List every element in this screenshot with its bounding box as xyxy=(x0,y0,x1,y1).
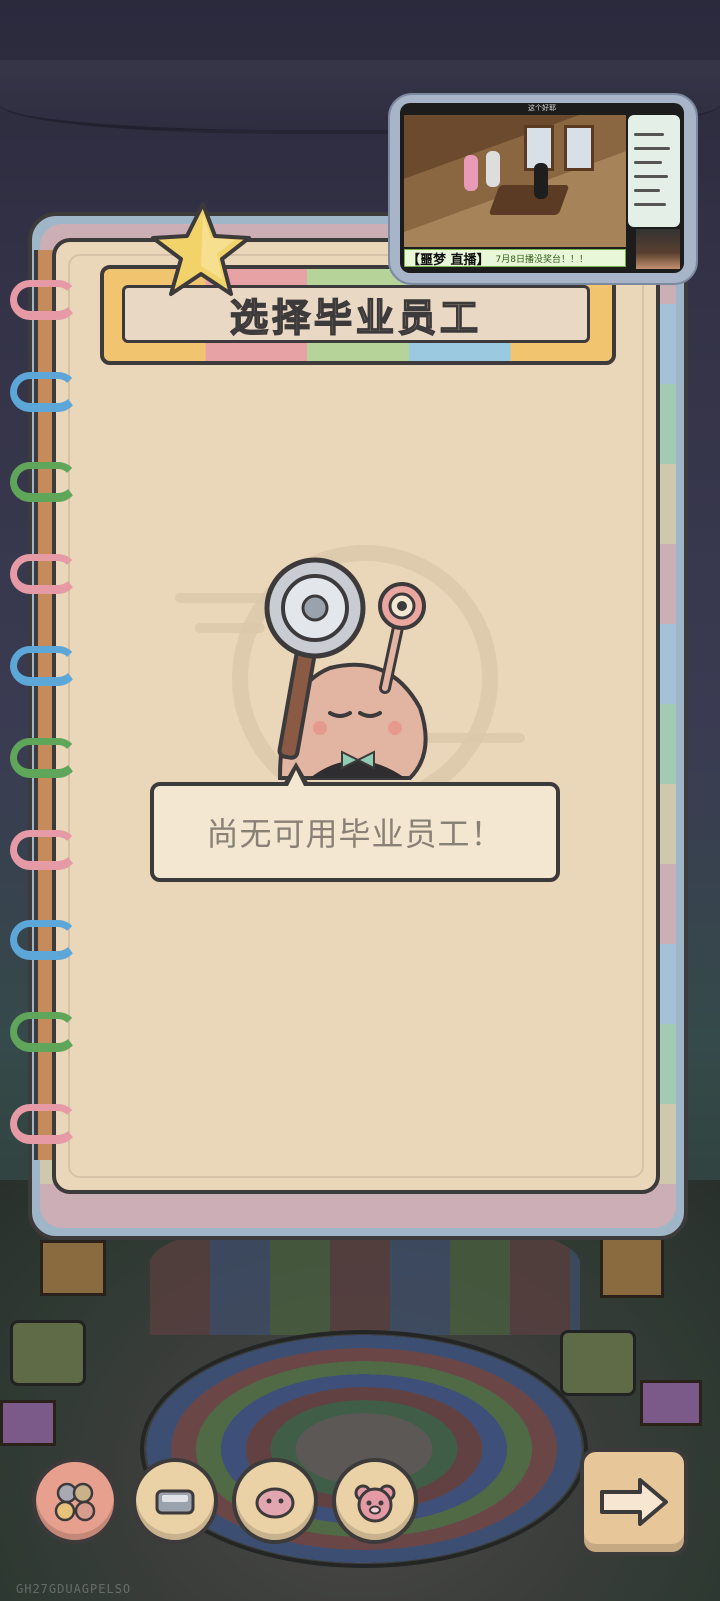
bush-decoration xyxy=(10,1320,86,1386)
video-chat-panel xyxy=(628,115,680,227)
chat-line xyxy=(634,161,662,164)
tab-animal-group[interactable] xyxy=(32,1458,118,1544)
crate-decoration xyxy=(40,1240,106,1296)
speech-tail-inner xyxy=(287,770,305,788)
scene-person xyxy=(486,151,500,187)
binder-ring xyxy=(10,920,78,960)
chat-line xyxy=(634,147,670,150)
caption-sub: 7月8日播没奖台！！！ xyxy=(495,254,588,265)
animal-group-icon xyxy=(54,1482,96,1522)
caption-main: 【噩梦 直播】 xyxy=(407,252,490,268)
pink-blob-icon xyxy=(255,1487,295,1519)
bear-icon xyxy=(354,1484,396,1523)
user-id: GH27GDUAGPELSO xyxy=(16,1582,132,1596)
binder-ring xyxy=(10,554,78,594)
right-arrow-icon xyxy=(600,1478,668,1526)
video-scene xyxy=(404,115,626,247)
page-title: 选择毕业员工 xyxy=(229,295,482,341)
chat-line xyxy=(634,133,664,136)
crate-decoration xyxy=(640,1380,702,1426)
chat-line xyxy=(634,189,660,192)
binder-ring xyxy=(10,462,78,502)
video-top-label: 这个好耶 xyxy=(528,104,556,112)
scene-table xyxy=(488,185,570,215)
binder-ring xyxy=(10,280,78,320)
empty-state-message: 尚无可用毕业员工！ xyxy=(206,815,504,853)
scene-window xyxy=(564,125,594,171)
binder-ring xyxy=(10,738,78,778)
scene-person xyxy=(464,155,478,191)
crate-decoration xyxy=(600,1236,664,1298)
snail-detective-illustration xyxy=(175,545,525,798)
binder-ring xyxy=(10,830,78,870)
video-caption: 【噩梦 直播】 7月8日播没奖台！！！ xyxy=(404,249,626,268)
tab-bear[interactable] xyxy=(332,1458,418,1544)
tray-icon xyxy=(155,1489,195,1515)
chat-line xyxy=(634,175,668,178)
bush-decoration xyxy=(560,1330,636,1396)
crate-decoration xyxy=(0,1400,56,1446)
tab-tray[interactable] xyxy=(132,1458,218,1544)
binder-ring xyxy=(10,1104,78,1144)
binder-ring xyxy=(10,646,78,686)
video-frame[interactable]: 这个好耶 【噩梦 直播】 7月8日播没奖台！！！ xyxy=(400,103,684,273)
empty-state-box: 尚无可用毕业员工！ xyxy=(150,782,560,882)
scene-person xyxy=(534,163,548,199)
star-icon xyxy=(151,202,251,296)
chat-line xyxy=(634,203,666,206)
tab-pink-blob[interactable] xyxy=(232,1458,318,1544)
webcam-feed xyxy=(636,229,680,269)
next-button[interactable] xyxy=(580,1448,688,1556)
binder-ring xyxy=(10,1012,78,1052)
binder-ring xyxy=(10,372,78,412)
